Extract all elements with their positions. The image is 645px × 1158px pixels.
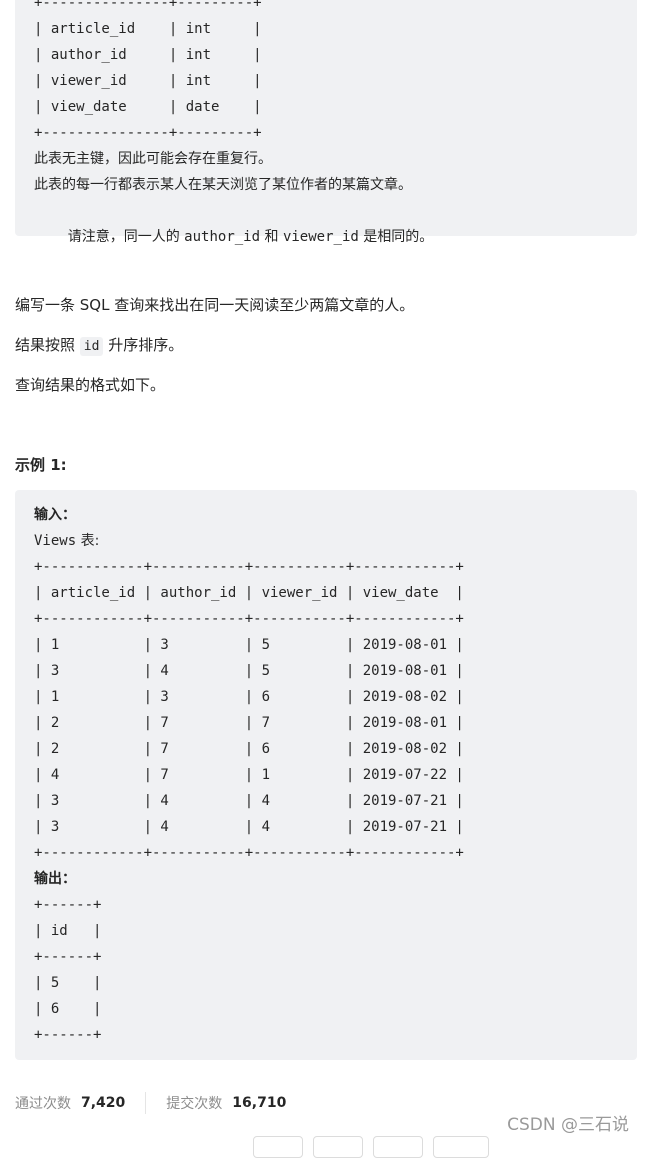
partial-button[interactable] (313, 1136, 363, 1158)
submitted-count: 16,710 (232, 1095, 287, 1111)
partial-button[interactable] (433, 1136, 489, 1158)
input-header: | article_id | author_id | viewer_id | v… (34, 585, 464, 601)
schema-note-same-person: 请注意，同一人的 author_id 和 viewer_id 是相同的。 (34, 198, 434, 245)
input-row: | 1 | 3 | 6 | 2019-08-02 | (34, 689, 464, 705)
table-label: Views 表: (34, 528, 99, 554)
input-row: | 3 | 4 | 5 | 2019-08-01 | (34, 663, 464, 679)
input-border: +------------+-----------+-----------+--… (34, 845, 464, 861)
input-row: | 4 | 7 | 1 | 2019-07-22 | (34, 767, 464, 783)
output-label: 输出： (34, 871, 76, 887)
table-name: Views (34, 533, 77, 549)
output-border: +------+ (34, 949, 102, 965)
inline-code-id: id (79, 337, 104, 356)
schema-row: | author_id | int | (34, 47, 262, 63)
schema-note: 此表无主键，因此可能会存在重复行。 (34, 151, 272, 167)
partial-button[interactable] (373, 1136, 423, 1158)
format-note: 查询结果的格式如下。 (15, 376, 166, 394)
output-row: | 5 | (34, 975, 102, 991)
input-row: | 3 | 4 | 4 | 2019-07-21 | (34, 793, 464, 809)
output-header: | id | (34, 923, 102, 939)
schema-row: | viewer_id | int | (34, 73, 262, 89)
schema-border-top: +---------------+---------+ (34, 0, 262, 11)
output-row: | 6 | (34, 1001, 102, 1017)
note-text: 请注意，同一人的 (67, 229, 185, 245)
note-text: 和 (260, 229, 283, 245)
schema-row: | view_date | date | (34, 99, 262, 115)
schema-code-block: +---------------+---------+ | article_id… (15, 0, 637, 245)
partial-button[interactable] (253, 1136, 303, 1158)
accepted-label: 通过次数 (15, 1096, 71, 1112)
input-border: +------------+-----------+-----------+--… (34, 611, 464, 627)
note-code: viewer_id (282, 229, 359, 245)
input-row: | 2 | 7 | 6 | 2019-08-02 | (34, 741, 464, 757)
input-border: +------------+-----------+-----------+--… (34, 559, 464, 575)
csdn-watermark: CSDN @三石说 (507, 1115, 629, 1135)
sort-instruction: 结果按照 id 升序排序。 (15, 334, 183, 358)
note-text: 是相同的。 (358, 229, 434, 245)
example-title: 示例 1: (15, 456, 67, 474)
example-code-block: 输入： Views 表: +------------+-----------+-… (15, 490, 637, 1060)
problem-description: 编写一条 SQL 查询来找出在同一天阅读至少两篇文章的人。 (15, 296, 415, 314)
input-label: 输入： (34, 507, 76, 523)
sort-text: 升序排序。 (103, 336, 184, 354)
input-row: | 1 | 3 | 5 | 2019-08-01 | (34, 637, 464, 653)
output-border: +------+ (34, 1027, 102, 1043)
schema-row: | article_id | int | (34, 21, 262, 37)
schema-border-bottom: +---------------+---------+ (34, 125, 262, 141)
sort-text: 结果按照 (15, 336, 80, 354)
schema-note: 此表的每一行都表示某人在某天浏览了某位作者的某篇文章。 (34, 177, 412, 193)
input-row: | 2 | 7 | 7 | 2019-08-01 | (34, 715, 464, 731)
stats-divider (145, 1092, 147, 1114)
input-row: | 3 | 4 | 4 | 2019-07-21 | (34, 819, 464, 835)
submitted-label: 提交次数 (166, 1096, 223, 1112)
submission-stats: 通过次数 7,420 提交次数 16,710 (15, 1092, 286, 1114)
output-border: +------+ (34, 897, 102, 913)
accepted-count: 7,420 (81, 1095, 126, 1111)
table-label-suffix: 表: (76, 533, 100, 549)
note-code: author_id (184, 229, 261, 245)
